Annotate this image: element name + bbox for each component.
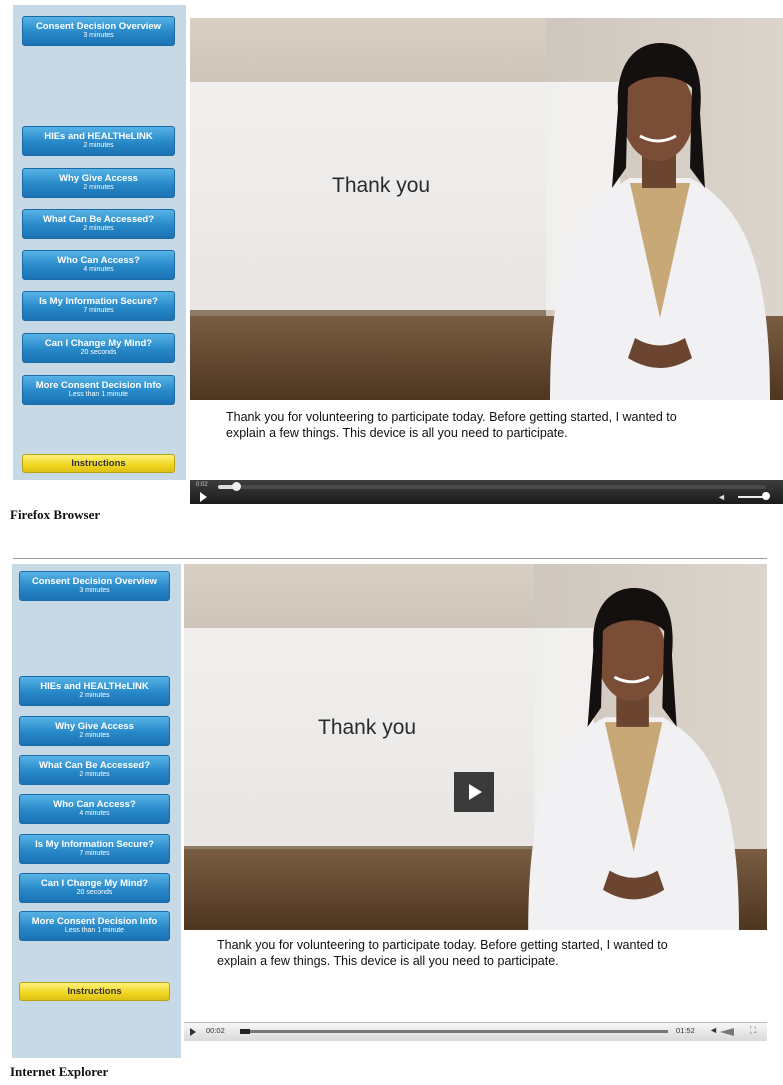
- ff-volume-thumb[interactable]: [762, 492, 770, 500]
- firefox-video-controls: 0:02 ◄: [190, 480, 783, 504]
- nav-title: What Can Be Accessed?: [38, 760, 151, 771]
- ff-progress-thumb[interactable]: [232, 482, 241, 491]
- ie-volume-icon[interactable]: ◄: [709, 1025, 718, 1035]
- doctor-figure: [550, 43, 770, 400]
- nav-title: HIEs and HEALTHeLINK: [40, 681, 149, 692]
- nav-duration: Less than 1 minute: [64, 927, 125, 935]
- nav-duration: 3 minutes: [79, 587, 110, 595]
- caption-line-1: Thank you for volunteering to participat…: [226, 410, 677, 424]
- instructions-label: Instructions: [71, 458, 126, 469]
- nav-title: Consent Decision Overview: [35, 21, 162, 32]
- instructions-label: Instructions: [67, 986, 122, 997]
- play-icon: [469, 784, 482, 800]
- nav-duration: 2 minutes: [83, 142, 114, 150]
- nav-title: Is My Information Secure?: [35, 839, 154, 850]
- overlay-title: Thank you: [332, 174, 431, 197]
- ie-nav-consent-overview[interactable]: Consent Decision Overview 3 minutes: [19, 571, 170, 601]
- nav-what-can-be-accessed[interactable]: What Can Be Accessed? 2 minutes: [22, 209, 175, 239]
- nav-title: Is My Information Secure?: [39, 296, 158, 307]
- nav-title: Why Give Access: [55, 721, 134, 732]
- panel-divider: [13, 558, 767, 559]
- ie-caption: Thank you for volunteering to participat…: [184, 930, 767, 1022]
- ie-nav-what-can-be-accessed[interactable]: What Can Be Accessed? 2 minutes: [19, 755, 170, 785]
- nav-title: Consent Decision Overview: [31, 576, 158, 587]
- ie-nav-why-give-access[interactable]: Why Give Access 2 minutes: [19, 716, 170, 746]
- nav-why-give-access[interactable]: Why Give Access 2 minutes: [22, 168, 175, 198]
- nav-duration: 2 minutes: [79, 732, 110, 740]
- nav-duration: 2 minutes: [79, 692, 110, 700]
- ie-nav-more-consent-info[interactable]: More Consent Decision Info Less than 1 m…: [19, 911, 170, 941]
- nav-duration: 7 minutes: [83, 307, 114, 315]
- ff-progress-track[interactable]: [218, 485, 766, 489]
- nav-duration: 7 minutes: [79, 850, 110, 858]
- ff-play-icon[interactable]: [200, 492, 207, 502]
- nav-title: Who Can Access?: [57, 255, 140, 266]
- ie-play-icon[interactable]: [190, 1028, 196, 1036]
- ff-time-label: 0:02: [196, 482, 208, 488]
- nav-duration: 4 minutes: [83, 266, 114, 274]
- ie-big-play-button[interactable]: [454, 772, 494, 812]
- ie-video-controls: 00:02 01:52 ◄ ⛶: [184, 1022, 767, 1041]
- ie-time-total: 01:52: [676, 1026, 695, 1035]
- nav-title: More Consent Decision Info: [31, 916, 158, 927]
- firefox-label: Firefox Browser: [10, 507, 101, 522]
- nav-can-i-change-mind[interactable]: Can I Change My Mind? 20 seconds: [22, 333, 175, 363]
- nav-duration: 20 seconds: [80, 349, 117, 357]
- nav-consent-overview[interactable]: Consent Decision Overview 3 minutes: [22, 16, 175, 46]
- nav-duration: 2 minutes: [83, 225, 114, 233]
- ie-volume-slider[interactable]: [720, 1028, 734, 1036]
- ie-video-frame[interactable]: Thank you: [184, 564, 767, 930]
- nav-title: Why Give Access: [59, 173, 138, 184]
- nav-who-can-access[interactable]: Who Can Access? 4 minutes: [22, 250, 175, 280]
- nav-hies-healthelink[interactable]: HIEs and HEALTHeLINK 2 minutes: [22, 126, 175, 156]
- nav-more-consent-info[interactable]: More Consent Decision Info Less than 1 m…: [22, 375, 175, 405]
- ie-nav-who-can-access[interactable]: Who Can Access? 4 minutes: [19, 794, 170, 824]
- ie-time-current: 00:02: [206, 1026, 225, 1035]
- firefox-sidebar: [13, 5, 186, 480]
- nav-duration: Less than 1 minute: [68, 391, 129, 399]
- nav-duration: 2 minutes: [79, 771, 110, 779]
- fullscreen-icon[interactable]: ⛶: [750, 1025, 756, 1036]
- nav-title: HIEs and HEALTHeLINK: [44, 131, 153, 142]
- instructions-button[interactable]: Instructions: [22, 454, 175, 473]
- overlay-title: Thank you: [318, 716, 417, 739]
- caption-line-2: explain a few things. This device is all…: [226, 426, 568, 440]
- doctor-figure: [528, 587, 739, 930]
- ff-volume-icon[interactable]: ◄: [717, 492, 726, 502]
- ie-instructions-button[interactable]: Instructions: [19, 982, 170, 1001]
- caption-line-1: Thank you for volunteering to participat…: [217, 938, 668, 952]
- ie-label: Internet Explorer: [10, 1064, 109, 1079]
- nav-title: Can I Change My Mind?: [40, 878, 149, 889]
- caption-line-2: explain a few things. This device is all…: [217, 954, 559, 968]
- ie-nav-can-i-change-mind[interactable]: Can I Change My Mind? 20 seconds: [19, 873, 170, 903]
- firefox-video-frame[interactable]: Thank you: [190, 18, 783, 400]
- firefox-caption: Thank you for volunteering to participat…: [190, 400, 783, 480]
- nav-title: What Can Be Accessed?: [42, 214, 155, 225]
- ie-progress-fill: [240, 1029, 250, 1034]
- nav-duration: 2 minutes: [83, 184, 114, 192]
- ie-progress-track[interactable]: [240, 1030, 668, 1033]
- ie-nav-is-info-secure[interactable]: Is My Information Secure? 7 minutes: [19, 834, 170, 864]
- ie-nav-hies-healthelink[interactable]: HIEs and HEALTHeLINK 2 minutes: [19, 676, 170, 706]
- nav-duration: 3 minutes: [83, 32, 114, 40]
- nav-duration: 4 minutes: [79, 810, 110, 818]
- nav-duration: 20 seconds: [76, 889, 113, 897]
- nav-title: Who Can Access?: [53, 799, 136, 810]
- nav-title: Can I Change My Mind?: [44, 338, 153, 349]
- nav-title: More Consent Decision Info: [35, 380, 162, 391]
- nav-is-info-secure[interactable]: Is My Information Secure? 7 minutes: [22, 291, 175, 321]
